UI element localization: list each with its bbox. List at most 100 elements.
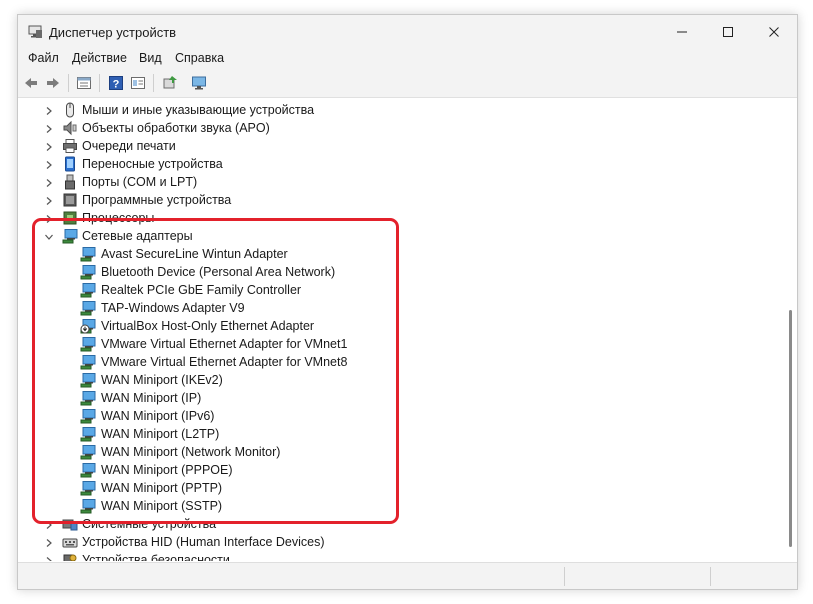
menu-action[interactable]: Действие <box>72 51 127 65</box>
network-adapter-row[interactable]: WAN Miniport (IPv6) <box>18 408 758 426</box>
help-icon: ? <box>109 76 123 91</box>
network-adapter-row[interactable]: WAN Miniport (PPPOE) <box>18 462 758 480</box>
tree-node-label: Процессоры <box>82 211 155 225</box>
network-adapter-row[interactable]: WAN Miniport (PPTP) <box>18 480 758 498</box>
help-button[interactable]: ? <box>107 74 125 92</box>
chevron-right-icon[interactable] <box>44 214 54 224</box>
network-adapter-icon <box>80 427 96 442</box>
scrollbar-thumb[interactable] <box>789 310 792 547</box>
chevron-right-icon[interactable] <box>44 124 54 134</box>
network-adapter-icon <box>80 283 96 298</box>
network-adapter-label: WAN Miniport (SSTP) <box>101 499 223 513</box>
chevron-right-icon[interactable] <box>44 538 54 548</box>
menu-help[interactable]: Справка <box>175 51 224 65</box>
network-adapter-row[interactable]: WAN Miniport (IP) <box>18 390 758 408</box>
menu-file[interactable]: Файл <box>28 51 59 65</box>
update-driver-icon <box>163 76 177 89</box>
chevron-down-icon[interactable] <box>44 232 54 242</box>
back-arrow-icon <box>25 78 37 88</box>
network-adapter-icon <box>80 301 96 316</box>
security-device-icon <box>63 554 77 561</box>
maximize-icon <box>723 27 733 37</box>
software-device-icon <box>63 193 77 207</box>
network-adapter-label: WAN Miniport (IKEv2) <box>101 373 223 387</box>
device-manager-window: Диспетчер устройств Файл Действие Вид Сп… <box>17 14 798 590</box>
network-adapter-row[interactable]: Bluetooth Device (Personal Area Network) <box>18 264 758 282</box>
chevron-right-icon[interactable] <box>44 106 54 116</box>
disabled-network-adapter-icon <box>80 319 96 334</box>
tree-node-security-devices[interactable]: Устройства безопасности <box>18 552 758 561</box>
tree-node-processors[interactable]: Процессоры <box>18 210 758 228</box>
network-adapter-label: WAN Miniport (IP) <box>101 391 202 405</box>
network-adapter-label: WAN Miniport (IPv6) <box>101 409 215 423</box>
properties-icon <box>77 77 91 89</box>
network-adapter-row[interactable]: Realtek PCIe GbE Family Controller <box>18 282 758 300</box>
maximize-button[interactable] <box>705 15 751 49</box>
tree-node-portable-devices[interactable]: Переносные устройства <box>18 156 758 174</box>
network-adapter-label: Bluetooth Device (Personal Area Network) <box>101 265 336 279</box>
tree-node-system-devices[interactable]: Системные устройства <box>18 516 758 534</box>
scan-hardware-button[interactable] <box>190 74 208 92</box>
network-adapter-label: WAN Miniport (PPPOE) <box>101 463 233 477</box>
network-adapter-label: TAP-Windows Adapter V9 <box>101 301 245 315</box>
port-icon <box>65 174 75 190</box>
network-adapter-icon <box>80 481 96 496</box>
chevron-right-icon[interactable] <box>44 178 54 188</box>
properties-button[interactable] <box>75 74 93 92</box>
tree-node-software-devices[interactable]: Программные устройства <box>18 192 758 210</box>
minimize-button[interactable] <box>659 15 705 49</box>
svg-text:?: ? <box>113 79 120 91</box>
network-adapter-label: WAN Miniport (Network Monitor) <box>101 445 281 459</box>
network-adapter-row[interactable]: WAN Miniport (SSTP) <box>18 498 758 516</box>
tree-node-ports[interactable]: Порты (COM и LPT) <box>18 174 758 192</box>
network-adapter-row[interactable]: WAN Miniport (IKEv2) <box>18 372 758 390</box>
vertical-scrollbar[interactable] <box>783 98 797 561</box>
tree-node-mice[interactable]: Мыши и иные указывающие устройства <box>18 102 758 120</box>
title-bar[interactable]: Диспетчер устройств <box>18 15 797 49</box>
details-button[interactable] <box>129 74 147 92</box>
network-adapter-icon <box>80 247 96 262</box>
minimize-icon <box>677 31 687 33</box>
device-tree[interactable]: Мыши и иные указывающие устройства Объек… <box>18 98 783 561</box>
chevron-right-icon[interactable] <box>44 196 54 206</box>
forward-button[interactable] <box>44 74 62 92</box>
back-button[interactable] <box>22 74 40 92</box>
network-adapter-row[interactable]: VirtualBox Host-Only Ethernet Adapter <box>18 318 758 336</box>
network-adapter-row[interactable]: WAN Miniport (Network Monitor) <box>18 444 758 462</box>
chevron-right-icon[interactable] <box>44 160 54 170</box>
tree-node-print-queues[interactable]: Очереди печати <box>18 138 758 156</box>
network-adapter-row[interactable]: VMware Virtual Ethernet Adapter for VMne… <box>18 336 758 354</box>
tree-node-label: Мыши и иные указывающие устройства <box>82 103 315 117</box>
tree-node-network-adapters[interactable]: Сетевые адаптеры <box>18 228 758 246</box>
network-adapter-icon <box>80 337 96 352</box>
window-title: Диспетчер устройств <box>49 25 177 40</box>
network-adapter-row[interactable]: TAP-Windows Adapter V9 <box>18 300 758 318</box>
update-driver-button[interactable] <box>161 74 179 92</box>
network-adapter-label: VirtualBox Host-Only Ethernet Adapter <box>101 319 315 333</box>
network-adapter-row[interactable]: WAN Miniport (L2TP) <box>18 426 758 444</box>
monitor-icon <box>192 76 206 90</box>
menu-view[interactable]: Вид <box>139 51 162 65</box>
menu-bar: Файл Действие Вид Справка <box>18 49 797 69</box>
hid-icon <box>62 538 78 548</box>
chevron-right-icon[interactable] <box>44 520 54 530</box>
device-manager-app-icon <box>28 25 42 38</box>
processor-icon <box>63 211 77 225</box>
close-icon <box>769 27 779 37</box>
network-adapter-row[interactable]: VMware Virtual Ethernet Adapter for VMne… <box>18 354 758 372</box>
system-device-icon <box>62 519 78 531</box>
chevron-right-icon[interactable] <box>44 142 54 152</box>
chevron-right-icon[interactable] <box>44 556 54 561</box>
tree-node-label: Объекты обработки звука (APO) <box>82 121 270 135</box>
mouse-icon <box>66 102 74 118</box>
tree-node-hid[interactable]: Устройства HID (Human Interface Devices) <box>18 534 758 552</box>
close-button[interactable] <box>751 15 797 49</box>
network-adapter-row[interactable]: Avast SecureLine Wintun Adapter <box>18 246 758 264</box>
network-adapter-label: Avast SecureLine Wintun Adapter <box>101 247 288 261</box>
tree-node-audio-apo[interactable]: Объекты обработки звука (APO) <box>18 120 758 138</box>
network-adapter-icon <box>80 445 96 460</box>
network-adapter-icon <box>80 391 96 406</box>
toolbar: ? <box>18 69 797 98</box>
network-adapter-label: VMware Virtual Ethernet Adapter for VMne… <box>101 355 348 369</box>
network-adapter-label: WAN Miniport (PPTP) <box>101 481 223 495</box>
